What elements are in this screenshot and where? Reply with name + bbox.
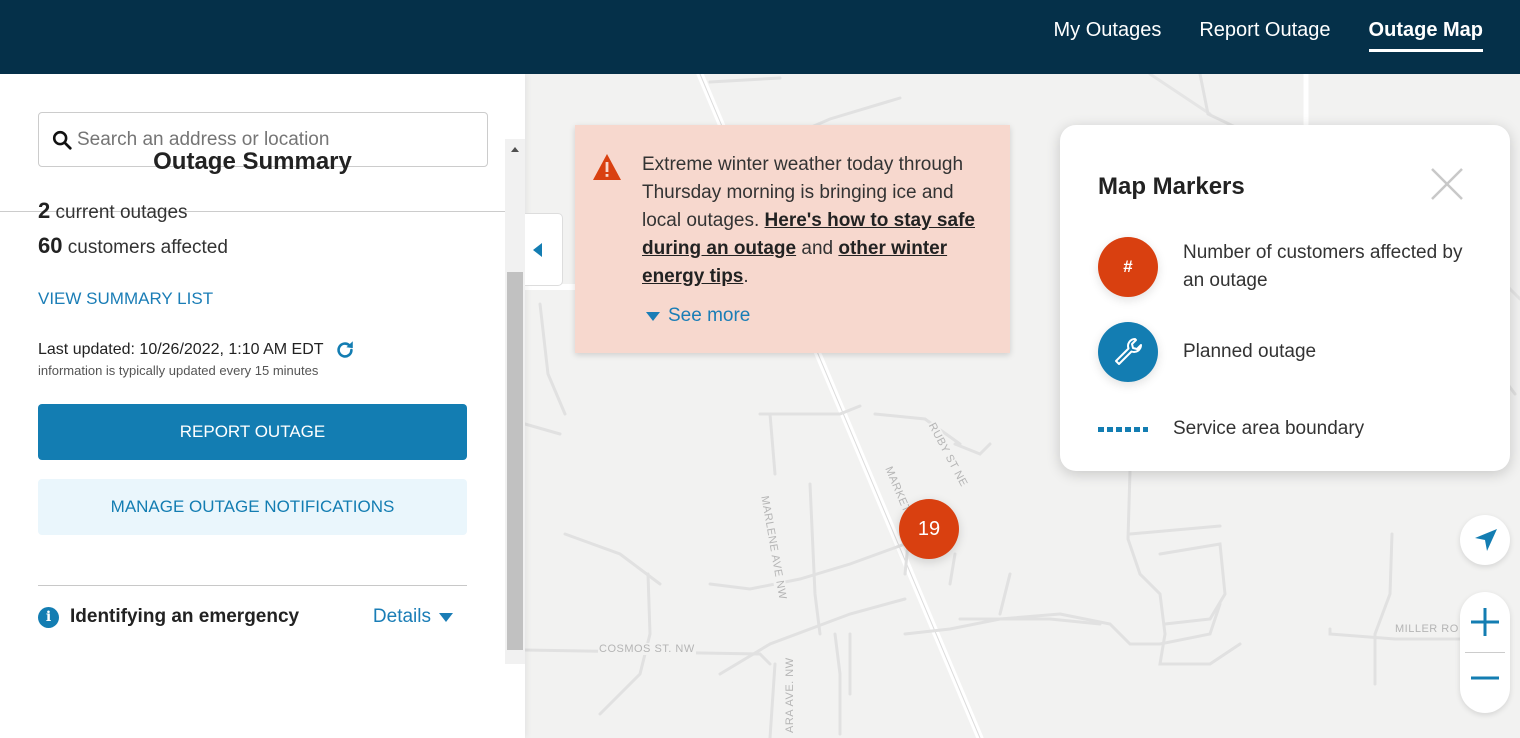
section-divider	[38, 585, 467, 586]
emergency-title: Identifying an emergency	[70, 606, 300, 627]
top-header: My Outages Report Outage Outage Map	[0, 0, 1520, 74]
legend-title: Map Markers	[1098, 173, 1245, 200]
scroll-up-arrow-icon[interactable]	[511, 147, 519, 152]
see-more-label: See more	[668, 305, 751, 326]
last-updated-row: Last updated: 10/26/2022, 1:10 AM EDT	[38, 339, 505, 361]
caret-down-icon	[646, 311, 660, 321]
summary-title: Outage Summary	[153, 148, 352, 175]
warning-icon	[593, 154, 621, 180]
details-label: Details	[372, 606, 431, 627]
outage-cluster-marker[interactable]: 19	[899, 499, 959, 559]
legend-label-planned: Planned outage	[1183, 341, 1317, 362]
alert-text-end: .	[743, 266, 749, 287]
alert-message: Extreme winter weather today through Thu…	[642, 151, 992, 291]
emergency-details-toggle[interactable]: Details	[373, 606, 453, 628]
current-outages-label: current outages	[55, 202, 188, 223]
legend-label-boundary: Service area boundary	[1173, 418, 1365, 439]
customers-affected-label: customers affected	[67, 237, 228, 258]
zoom-in-button[interactable]	[1460, 592, 1510, 652]
nav-report-outage[interactable]: Report Outage	[1199, 0, 1330, 53]
legend-label-customers: Number of customers affected by an outag…	[1183, 242, 1463, 291]
legend-item-boundary: Service area boundary	[1098, 418, 1364, 440]
collapse-sidebar-button[interactable]	[525, 213, 563, 286]
weather-alert: Extreme winter weather today through Thu…	[575, 125, 1010, 353]
alert-text-mid: and	[796, 238, 839, 259]
manage-notifications-button[interactable]: MANAGE OUTAGE NOTIFICATIONS	[38, 479, 467, 535]
customers-affected-stat: 60 customers affected	[38, 233, 505, 259]
dotted-line-icon	[1098, 426, 1148, 432]
caret-down-icon	[439, 612, 453, 622]
current-outages-count: 2	[38, 198, 51, 223]
last-updated-text: Last updated: 10/26/2022, 1:10 AM EDT	[38, 341, 324, 358]
nav-my-outages[interactable]: My Outages	[1054, 0, 1162, 53]
map-markers-legend: Map Markers # Number of customers affect…	[1060, 125, 1510, 471]
refresh-icon[interactable]	[334, 339, 356, 361]
close-icon[interactable]	[1430, 167, 1464, 201]
minus-icon	[1471, 676, 1499, 680]
road-label-cosmos: COSMOS ST. NW	[598, 643, 696, 655]
locate-me-button[interactable]	[1460, 515, 1510, 565]
zoom-out-button[interactable]	[1460, 653, 1510, 713]
caret-left-icon	[533, 242, 542, 257]
see-more-toggle[interactable]: See more	[646, 305, 750, 327]
road-label-miller: MILLER RO	[1394, 623, 1460, 635]
top-nav: My Outages Report Outage Outage Map	[1016, 0, 1483, 74]
report-outage-button[interactable]: REPORT OUTAGE	[38, 404, 467, 460]
plus-icon	[1471, 608, 1499, 636]
outage-summary-panel: Outage Summary 2 current outages 60 cust…	[0, 139, 505, 664]
hash-icon: #	[1098, 237, 1158, 297]
update-frequency-note: information is typically updated every 1…	[38, 363, 319, 378]
navigation-arrow-icon	[1475, 529, 1497, 551]
wrench-icon	[1098, 322, 1158, 382]
info-icon: i	[38, 606, 59, 628]
view-summary-list-link[interactable]: VIEW SUMMARY LIST	[38, 289, 505, 309]
scrollbar-thumb[interactable]	[507, 272, 523, 650]
legend-item-planned: Planned outage	[1098, 322, 1473, 382]
current-outages-stat: 2 current outages	[38, 198, 505, 224]
legend-item-customers: # Number of customers affected by an out…	[1098, 237, 1473, 297]
customers-affected-count: 60	[38, 233, 63, 258]
nav-outage-map[interactable]: Outage Map	[1368, 0, 1483, 52]
emergency-accordion[interactable]: i Identifying an emergency Details	[38, 606, 467, 628]
zoom-control	[1460, 592, 1510, 713]
road-label-ara: ARA AVE. NW	[784, 656, 796, 734]
sidebar-scrollbar[interactable]	[505, 139, 525, 664]
